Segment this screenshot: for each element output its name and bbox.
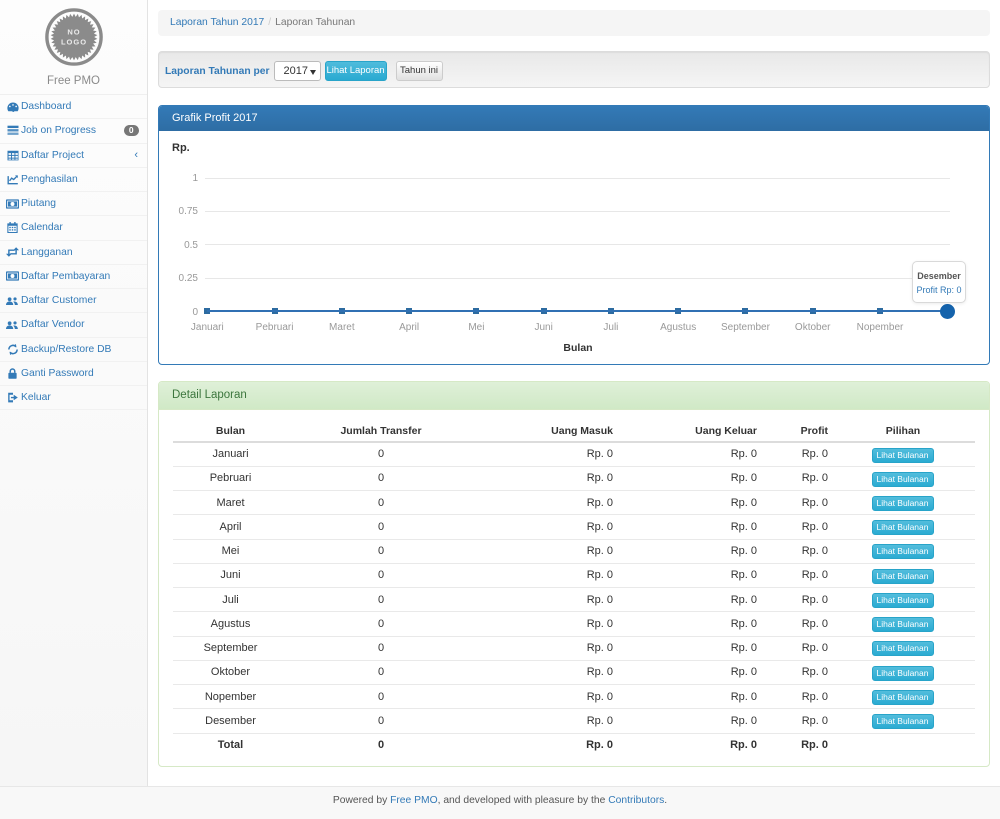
- svg-text:LOGO: LOGO: [60, 38, 86, 47]
- svg-text:NO: NO: [67, 28, 80, 37]
